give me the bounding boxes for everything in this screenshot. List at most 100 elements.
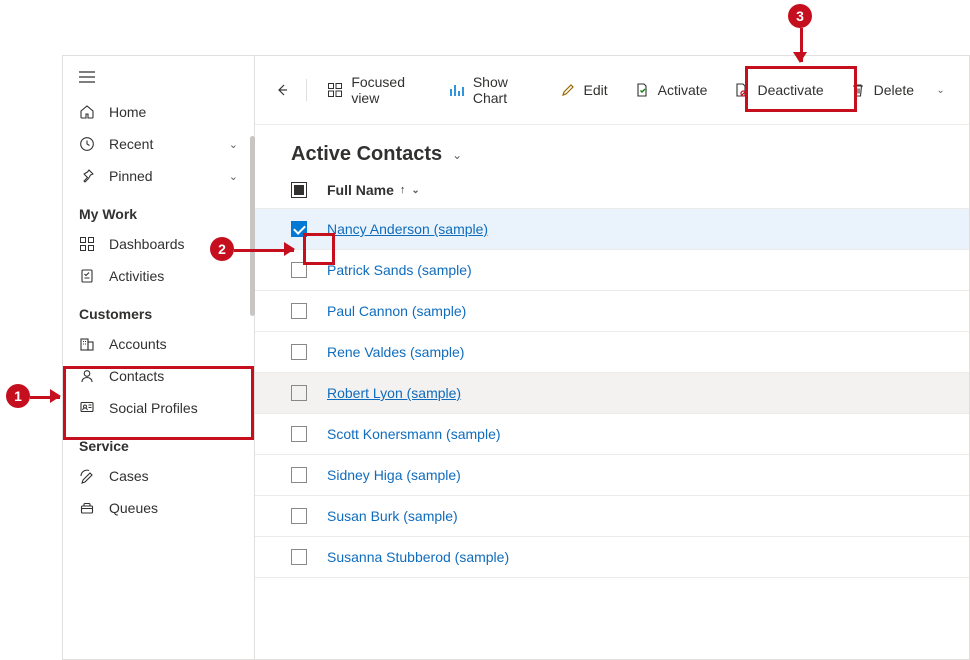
column-dropdown-icon: ⌄ — [411, 185, 419, 196]
contact-link[interactable]: Susan Burk (sample) — [327, 508, 458, 524]
back-button[interactable] — [273, 82, 290, 98]
deactivate-icon — [733, 82, 749, 98]
row-checkbox[interactable] — [291, 426, 307, 442]
callout-1: 1 — [6, 384, 30, 408]
row-checkbox[interactable] — [291, 344, 307, 360]
accounts-icon — [79, 336, 95, 352]
nav-contacts[interactable]: Contacts — [63, 360, 254, 392]
callout-2-arrow — [234, 249, 294, 252]
edit-icon — [560, 82, 576, 98]
view-dropdown-icon[interactable]: ⌄ — [452, 148, 462, 162]
row-checkbox[interactable] — [291, 262, 307, 278]
nav-contacts-label: Contacts — [109, 368, 164, 384]
table-row[interactable]: Rene Valdes (sample) — [255, 332, 969, 373]
app-window: Home Recent ⌄ Pinned ⌄ My Work Dashboard… — [62, 55, 970, 660]
clock-icon — [79, 136, 95, 152]
nav-dashboards-label: Dashboards — [109, 236, 185, 252]
table-row[interactable]: Susanna Stubberod (sample) — [255, 537, 969, 578]
home-icon — [79, 104, 95, 120]
chevron-down-icon: ⌄ — [229, 170, 238, 183]
nav-social-label: Social Profiles — [109, 400, 198, 416]
row-checkbox[interactable] — [291, 221, 307, 237]
nav-recent-label: Recent — [109, 136, 153, 152]
callout-1-arrow — [30, 396, 60, 399]
nav-accounts-label: Accounts — [109, 336, 167, 352]
table-row[interactable]: Sidney Higa (sample) — [255, 455, 969, 496]
delete-dropdown[interactable]: ⌄ — [930, 85, 951, 96]
cases-icon — [79, 468, 95, 484]
contact-link[interactable]: Scott Konersmann (sample) — [327, 426, 501, 442]
row-checkbox[interactable] — [291, 385, 307, 401]
deactivate-button[interactable]: Deactivate — [723, 76, 833, 104]
row-checkbox[interactable] — [291, 549, 307, 565]
row-checkbox[interactable] — [291, 303, 307, 319]
row-checkbox[interactable] — [291, 508, 307, 524]
nav-pinned[interactable]: Pinned ⌄ — [63, 160, 254, 192]
nav-accounts[interactable]: Accounts — [63, 328, 254, 360]
nav-queues[interactable]: Queues — [63, 492, 254, 524]
social-icon — [79, 400, 95, 416]
edit-button[interactable]: Edit — [550, 76, 618, 104]
queues-icon — [79, 500, 95, 516]
sidebar: Home Recent ⌄ Pinned ⌄ My Work Dashboard… — [63, 56, 255, 659]
contact-link[interactable]: Nancy Anderson (sample) — [327, 221, 488, 237]
show-chart-button[interactable]: Show Chart — [439, 68, 544, 112]
nav-cases-label: Cases — [109, 468, 149, 484]
contact-link[interactable]: Sidney Higa (sample) — [327, 467, 461, 483]
focused-view-label: Focused view — [351, 74, 423, 106]
activate-label: Activate — [658, 82, 708, 98]
column-fullname[interactable]: Full Name ↑ ⌄ — [327, 182, 420, 198]
focused-view-icon — [327, 82, 343, 98]
table-row[interactable]: Susan Burk (sample) — [255, 496, 969, 537]
contacts-icon — [79, 368, 95, 384]
nav-pinned-label: Pinned — [109, 168, 153, 184]
table-row[interactable]: Paul Cannon (sample) — [255, 291, 969, 332]
table-row[interactable]: Nancy Anderson (sample) — [255, 209, 969, 250]
show-chart-label: Show Chart — [473, 74, 534, 106]
focused-view-button[interactable]: Focused view — [317, 68, 433, 112]
grid-header: Full Name ↑ ⌄ — [255, 174, 969, 209]
dashboard-icon — [79, 236, 95, 252]
delete-label: Delete — [874, 82, 914, 98]
nav-cases[interactable]: Cases — [63, 460, 254, 492]
delete-button[interactable]: Delete — [840, 76, 924, 104]
row-checkbox[interactable] — [291, 467, 307, 483]
contact-link[interactable]: Robert Lyon (sample) — [327, 385, 461, 401]
chart-icon — [449, 82, 465, 98]
view-header: Active Contacts ⌄ — [255, 125, 969, 174]
nav-activities-label: Activities — [109, 268, 164, 284]
contact-link[interactable]: Patrick Sands (sample) — [327, 262, 472, 278]
table-row[interactable]: Scott Konersmann (sample) — [255, 414, 969, 455]
nav-home-label: Home — [109, 104, 146, 120]
nav-recent[interactable]: Recent ⌄ — [63, 128, 254, 160]
callout-3: 3 — [788, 4, 812, 28]
activate-button[interactable]: Activate — [624, 76, 718, 104]
callout-2: 2 — [210, 237, 234, 261]
column-fullname-label: Full Name — [327, 182, 394, 198]
contact-link[interactable]: Paul Cannon (sample) — [327, 303, 466, 319]
contact-link[interactable]: Rene Valdes (sample) — [327, 344, 464, 360]
select-all-checkbox[interactable] — [291, 182, 307, 198]
nav-home[interactable]: Home — [63, 96, 254, 128]
nav-activities[interactable]: Activities — [63, 260, 254, 292]
contact-link[interactable]: Susanna Stubberod (sample) — [327, 549, 509, 565]
grid-body: Nancy Anderson (sample) Patrick Sands (sa… — [255, 209, 969, 659]
table-row[interactable]: Patrick Sands (sample) — [255, 250, 969, 291]
delete-icon — [850, 82, 866, 98]
deactivate-label: Deactivate — [757, 82, 823, 98]
view-title[interactable]: Active Contacts — [291, 143, 442, 166]
section-customers: Customers — [63, 292, 254, 328]
callout-3-arrow — [800, 28, 803, 62]
activities-icon — [79, 268, 95, 284]
pin-icon — [79, 168, 95, 184]
table-row[interactable]: Robert Lyon (sample) — [255, 373, 969, 414]
sort-asc-icon: ↑ — [400, 184, 406, 196]
nav-queues-label: Queues — [109, 500, 158, 516]
hamburger-button[interactable] — [63, 60, 254, 96]
activate-icon — [634, 82, 650, 98]
nav-social-profiles[interactable]: Social Profiles — [63, 392, 254, 424]
main-content: Focused view Show Chart Edit Activate De… — [255, 56, 969, 659]
toolbar: Focused view Show Chart Edit Activate De… — [255, 56, 969, 125]
section-mywork: My Work — [63, 192, 254, 228]
edit-label: Edit — [584, 82, 608, 98]
